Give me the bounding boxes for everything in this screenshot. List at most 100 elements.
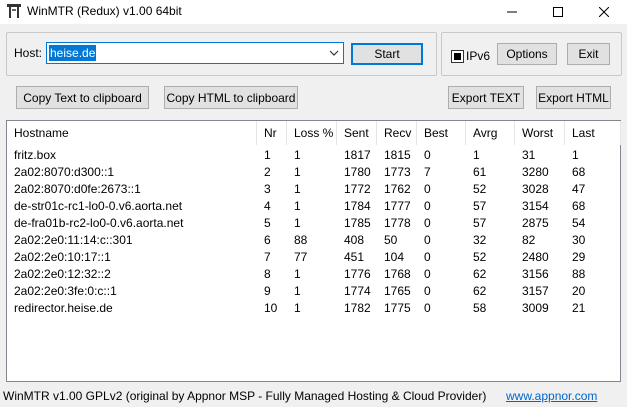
table-row[interactable]: fritz.box 1 1 1817 1815 0 1 31 1 bbox=[7, 147, 620, 164]
table-cell: 1782 bbox=[344, 301, 371, 315]
table-row[interactable]: 2a02:2e0:3fe:0:c::1 9 1 1774 1765 0 62 3157 20 bbox=[7, 283, 620, 300]
table-row[interactable]: 2a02:2e0:12:32::2 8 1 1776 1768 0 62 3156 88 bbox=[7, 266, 620, 283]
column-header[interactable]: Worst bbox=[515, 121, 565, 145]
table-cell: 54 bbox=[572, 216, 586, 230]
table-cell: 2a02:2e0:12:32::2 bbox=[14, 267, 111, 281]
status-bar: WinMTR v1.00 GPLv2 (original by Appnor M… bbox=[0, 385, 627, 407]
table-cell: 0 bbox=[424, 233, 431, 247]
table-cell: 104 bbox=[384, 250, 405, 264]
table-row[interactable]: 2a02:2e0:10:17::1 7 77 451 104 0 52 2480 29 bbox=[7, 249, 620, 266]
table-cell: 8 bbox=[264, 267, 271, 281]
table-cell: 2a02:2e0:10:17::1 bbox=[14, 250, 111, 264]
table-cell: 1 bbox=[264, 148, 271, 162]
table-cell: 7 bbox=[424, 165, 431, 179]
table-cell: 1 bbox=[294, 301, 301, 315]
table-cell: 1780 bbox=[344, 165, 371, 179]
table-row[interactable]: redirector.heise.de 10 1 1782 1775 0 58 3009 21 bbox=[7, 300, 620, 317]
host-combobox[interactable]: heise.de bbox=[46, 42, 344, 64]
results-table[interactable]: Hostname Nr Loss % Sent Recv Best Avrg Worst Las… bbox=[6, 120, 621, 382]
copy-html-button[interactable]: Copy HTML to clipboard bbox=[164, 86, 298, 109]
export-html-button[interactable]: Export HTML bbox=[536, 86, 611, 109]
exit-button[interactable]: Exit bbox=[567, 43, 610, 65]
minimize-button[interactable] bbox=[489, 0, 535, 24]
table-cell: 1 bbox=[473, 148, 480, 162]
table-cell: 1765 bbox=[384, 284, 411, 298]
table-cell: 1776 bbox=[344, 267, 371, 281]
table-cell: fritz.box bbox=[14, 148, 57, 162]
table-cell: de-str01c-rc1-lo0-0.v6.aorta.net bbox=[14, 199, 183, 213]
table-cell: de-fra01b-rc2-lo0-0.v6.aorta.net bbox=[14, 216, 184, 230]
table-cell: 21 bbox=[572, 301, 586, 315]
table-cell: 1772 bbox=[344, 182, 371, 196]
table-cell: 3154 bbox=[522, 199, 549, 213]
winmtr-app-icon bbox=[7, 4, 21, 18]
table-row[interactable]: 2a02:2e0:11:14:c::301 6 88 408 50 0 32 82 30 bbox=[7, 232, 620, 249]
table-cell: 3 bbox=[264, 182, 271, 196]
column-header[interactable]: Last bbox=[565, 121, 621, 145]
ipv6-checkbox[interactable] bbox=[451, 50, 464, 63]
table-cell: 1785 bbox=[344, 216, 371, 230]
table-cell: 29 bbox=[572, 250, 586, 264]
table-cell: 77 bbox=[294, 250, 308, 264]
host-input-value[interactable]: heise.de bbox=[49, 45, 97, 61]
column-header[interactable]: Best bbox=[417, 121, 466, 145]
column-header[interactable]: Sent bbox=[337, 121, 377, 145]
start-button[interactable]: Start bbox=[351, 43, 423, 65]
table-cell: 0 bbox=[424, 301, 431, 315]
table-cell: 1774 bbox=[344, 284, 371, 298]
host-label: Host: bbox=[14, 46, 43, 60]
ipv6-label: IPv6 bbox=[466, 49, 491, 63]
column-header[interactable]: Avrg bbox=[466, 121, 515, 145]
table-cell: 1815 bbox=[384, 148, 411, 162]
appnor-link[interactable]: www.appnor.com bbox=[506, 389, 597, 403]
table-cell: 1784 bbox=[344, 199, 371, 213]
maximize-icon bbox=[553, 7, 563, 17]
table-cell: 0 bbox=[424, 216, 431, 230]
table-cell: 62 bbox=[473, 267, 487, 281]
table-cell: 1 bbox=[294, 165, 301, 179]
copy-text-button[interactable]: Copy Text to clipboard bbox=[16, 86, 149, 109]
maximize-button[interactable] bbox=[535, 0, 581, 24]
status-text: WinMTR v1.00 GPLv2 (original by Appnor M… bbox=[3, 389, 487, 403]
dropdown-arrow-icon[interactable] bbox=[329, 49, 339, 57]
table-cell: 1762 bbox=[384, 182, 411, 196]
table-cell: 0 bbox=[424, 267, 431, 281]
table-row[interactable]: de-fra01b-rc2-lo0-0.v6.aorta.net 5 1 1785 17… bbox=[7, 215, 620, 232]
window-title: WinMTR (Redux) v1.00 64bit bbox=[27, 4, 182, 18]
table-cell: 88 bbox=[294, 233, 308, 247]
table-cell: 1778 bbox=[384, 216, 411, 230]
column-header[interactable]: Hostname bbox=[7, 121, 257, 145]
column-header[interactable]: Recv bbox=[377, 121, 417, 145]
table-cell: 0 bbox=[424, 148, 431, 162]
table-cell: 3028 bbox=[522, 182, 549, 196]
table-cell: 57 bbox=[473, 216, 487, 230]
table-cell: 0 bbox=[424, 199, 431, 213]
title-bar[interactable]: WinMTR (Redux) v1.00 64bit bbox=[0, 0, 627, 24]
table-cell: 5 bbox=[264, 216, 271, 230]
close-button[interactable] bbox=[581, 0, 627, 24]
table-cell: 1 bbox=[294, 182, 301, 196]
table-cell: 1768 bbox=[384, 267, 411, 281]
options-button[interactable]: Options bbox=[497, 43, 557, 65]
table-cell: 0 bbox=[424, 284, 431, 298]
table-cell: 61 bbox=[473, 165, 487, 179]
table-row[interactable]: 2a02:8070:d0fe:2673::1 3 1 1772 1762 0 52 3028 4… bbox=[7, 181, 620, 198]
table-cell: 0 bbox=[424, 250, 431, 264]
column-header[interactable]: Loss % bbox=[287, 121, 337, 145]
table-cell: 32 bbox=[473, 233, 487, 247]
table-cell: 1 bbox=[294, 216, 301, 230]
table-cell: 1 bbox=[294, 267, 301, 281]
table-cell: 68 bbox=[572, 165, 586, 179]
table-cell: 1817 bbox=[344, 148, 371, 162]
table-cell: 88 bbox=[572, 267, 586, 281]
table-cell: 57 bbox=[473, 199, 487, 213]
export-text-button[interactable]: Export TEXT bbox=[448, 86, 524, 109]
table-cell: 1775 bbox=[384, 301, 411, 315]
table-cell: 1 bbox=[294, 148, 301, 162]
table-cell: 2480 bbox=[522, 250, 549, 264]
table-row[interactable]: de-str01c-rc1-lo0-0.v6.aorta.net 4 1 1784 17… bbox=[7, 198, 620, 215]
column-header[interactable]: Nr bbox=[257, 121, 287, 145]
table-cell: 20 bbox=[572, 284, 586, 298]
table-row[interactable]: 2a02:8070:d300::1 2 1 1780 1773 7 61 3280 68 bbox=[7, 164, 620, 181]
table-cell: 1 bbox=[294, 284, 301, 298]
